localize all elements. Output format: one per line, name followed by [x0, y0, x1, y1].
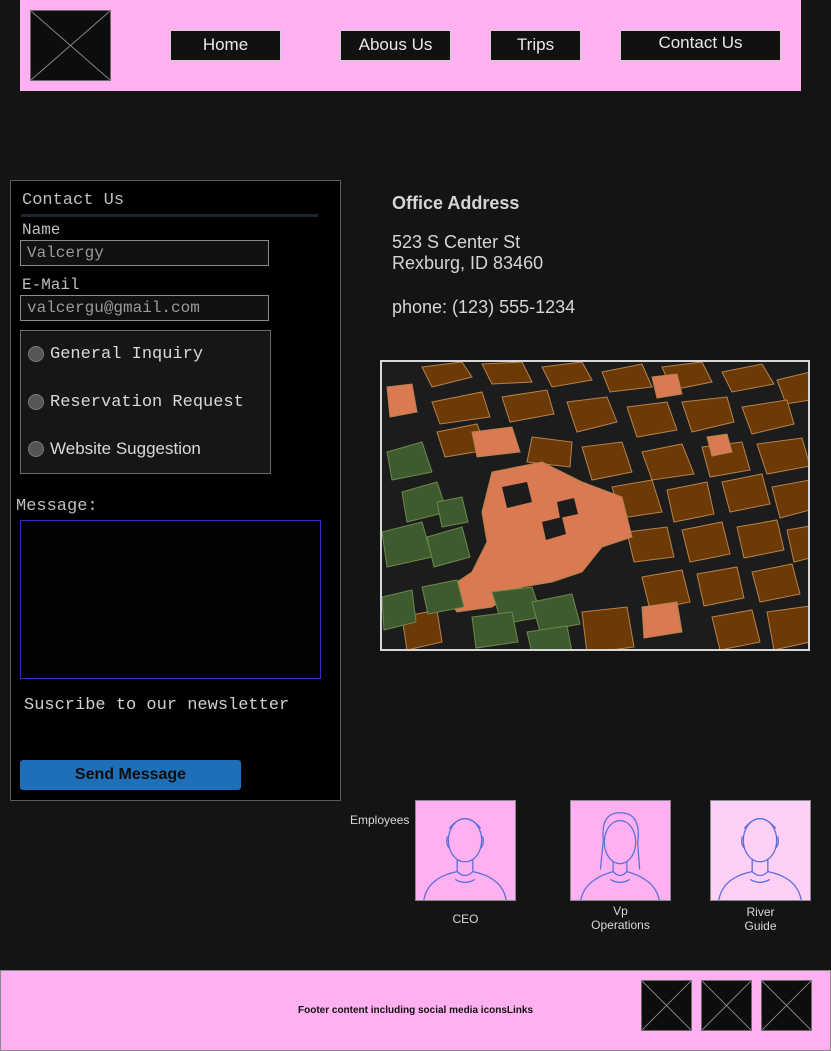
vp-operations-role: Vp Operations	[591, 904, 650, 932]
river-guide-photo	[710, 800, 811, 901]
radio-label: Reservation Request	[50, 392, 244, 412]
nav-home-button[interactable]: Home	[170, 30, 281, 61]
office-street: 523 S Center St	[392, 232, 521, 252]
social-media-icon[interactable]	[641, 980, 692, 1031]
office-city: Rexburg, ID 83460	[392, 253, 544, 273]
employees-heading: Employees	[350, 813, 410, 827]
newsletter-label[interactable]: Suscribe to our newsletter	[24, 696, 289, 715]
email-field[interactable]: valcergu@gmail.com	[20, 295, 269, 321]
social-media-icon[interactable]	[701, 980, 752, 1031]
office-heading: Office Address	[392, 193, 520, 213]
nav-contact-button[interactable]: Contact Us	[620, 30, 781, 61]
radio-label: General Inquiry	[50, 344, 204, 364]
footer-text: Footer content including social media ic…	[298, 1005, 534, 1016]
ceo-role: CEO	[452, 912, 479, 926]
radio-button-icon[interactable]	[28, 441, 44, 457]
radio-website-suggestion[interactable]: Website Suggestion	[28, 438, 201, 460]
logo-image-icon[interactable]	[30, 10, 111, 81]
location-map[interactable]	[380, 360, 810, 651]
email-label: E-Mail	[22, 276, 80, 294]
name-label: Name	[22, 221, 61, 239]
site-header: Home Abous Us Trips Contact Us	[20, 0, 801, 91]
person-icon	[718, 818, 802, 901]
form-title-underline	[21, 214, 318, 217]
office-phone: phone: (123) 555-1234	[392, 297, 576, 317]
radio-reservation-request[interactable]: Reservation Request	[28, 391, 244, 413]
radio-button-icon[interactable]	[28, 346, 44, 362]
radio-general-inquiry[interactable]: General Inquiry	[28, 343, 203, 365]
radio-label: Website Suggestion	[50, 439, 201, 458]
site-footer: Footer content including social media ic…	[0, 970, 831, 1051]
river-guide-role: River Guide	[744, 905, 777, 933]
form-title: Contact Us	[22, 191, 125, 210]
contact-form: Contact Us Name Valcergy E-Mail valcergu…	[10, 180, 341, 801]
vp-operations-photo	[570, 800, 671, 901]
message-label: Message:	[16, 497, 98, 516]
name-field[interactable]: Valcergy	[20, 240, 269, 266]
person-icon	[423, 818, 507, 901]
map-graphic	[382, 362, 808, 649]
send-message-button[interactable]: Send Message	[20, 760, 241, 790]
message-textarea[interactable]	[20, 520, 321, 679]
ceo-photo	[415, 800, 516, 901]
person-icon	[580, 812, 660, 901]
social-media-icon[interactable]	[761, 980, 812, 1031]
nav-trips-button[interactable]: Trips	[490, 30, 581, 61]
radio-button-icon[interactable]	[28, 394, 44, 410]
nav-about-button[interactable]: Abous Us	[340, 30, 451, 61]
